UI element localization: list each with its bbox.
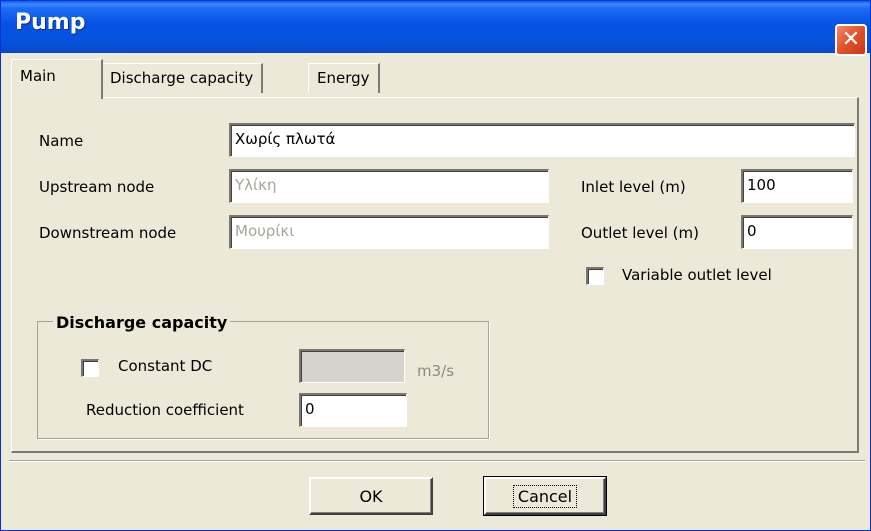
- ok-button[interactable]: OK: [309, 477, 433, 515]
- tab-main-label: Main: [20, 67, 56, 85]
- tab-discharge-capacity-label: Discharge capacity: [110, 69, 254, 87]
- tab-energy[interactable]: Energy: [308, 63, 380, 93]
- cancel-button[interactable]: Cancel: [483, 476, 607, 516]
- ok-button-label: OK: [359, 486, 383, 506]
- footer-divider: [9, 460, 865, 462]
- title-bar[interactable]: Pump: [1, 1, 870, 53]
- close-button[interactable]: ✕: [835, 24, 867, 56]
- tab-energy-label: Energy: [317, 69, 370, 87]
- tab-panel-main: [11, 97, 859, 453]
- cancel-button-label: Cancel: [512, 484, 578, 508]
- close-icon: ✕: [841, 27, 861, 52]
- tab-discharge-capacity[interactable]: Discharge capacity: [101, 63, 264, 93]
- pump-dialog: Pump ✕ Discharge capacity Energy Main Na…: [0, 0, 871, 531]
- tab-main[interactable]: Main: [11, 59, 103, 99]
- window-title: Pump: [15, 10, 86, 35]
